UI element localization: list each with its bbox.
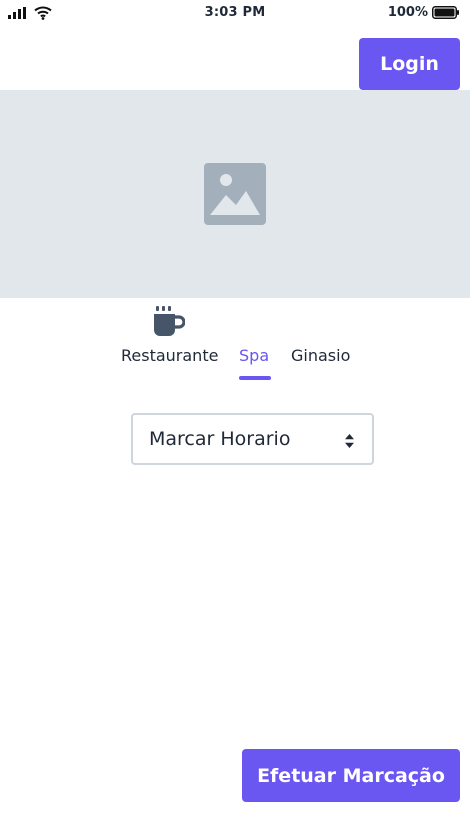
app-screen: 3:03 PM 100% Login Restaurante Spa Ginas… <box>0 0 470 835</box>
coffee-cup-icon <box>153 306 186 344</box>
schedule-select[interactable]: Marcar Horario <box>131 413 374 465</box>
login-button[interactable]: Login <box>359 38 460 90</box>
schedule-select-value: Marcar Horario <box>149 428 291 450</box>
battery-icon <box>432 6 460 19</box>
battery-percent: 100% <box>387 5 428 20</box>
status-bar: 3:03 PM 100% <box>0 0 470 30</box>
category-tabs: Restaurante Spa Ginasio <box>0 346 470 386</box>
sort-icon <box>345 433 354 452</box>
tab-ginasio[interactable]: Ginasio <box>291 346 350 365</box>
active-tab-indicator <box>239 376 271 380</box>
status-right: 100% <box>388 5 460 20</box>
hero-image <box>0 90 470 298</box>
image-placeholder-icon <box>204 163 266 229</box>
tab-restaurante[interactable]: Restaurante <box>121 346 218 365</box>
tab-spa[interactable]: Spa <box>239 346 269 365</box>
submit-booking-button[interactable]: Efetuar Marcação <box>242 749 460 802</box>
